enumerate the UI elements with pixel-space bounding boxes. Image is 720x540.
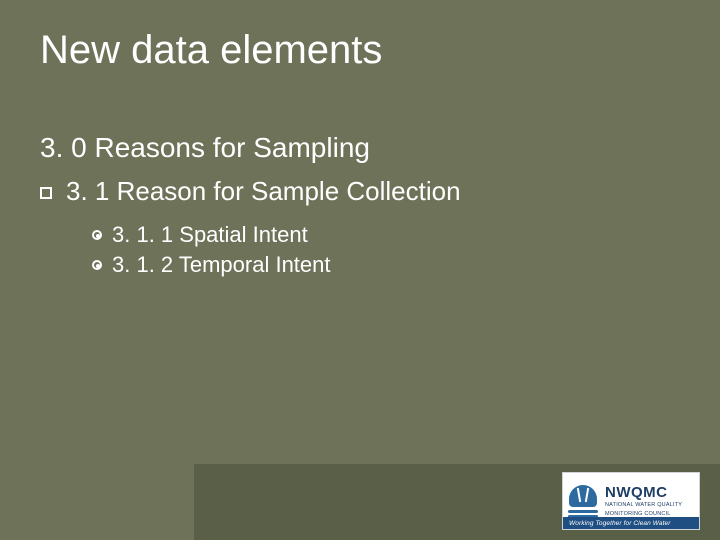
nwqmc-logo: NWQMC NATIONAL WATER QUALITY MONITORING … <box>562 472 700 530</box>
outline-level-1: 3. 0 Reasons for Sampling <box>40 132 370 164</box>
circle-dot-bullet-icon <box>92 260 102 270</box>
outline-level-3-text: 3. 1. 1 Spatial Intent <box>112 222 308 247</box>
outline-level-2: 3. 1 Reason for Sample Collection <box>40 176 461 207</box>
shell-icon <box>569 485 597 507</box>
wave-icon <box>568 510 598 513</box>
logo-acronym: NWQMC <box>605 485 699 500</box>
slide-title: New data elements <box>40 28 382 73</box>
outline-level-3-text: 3. 1. 2 Temporal Intent <box>112 252 331 277</box>
logo-sub-line: NATIONAL WATER QUALITY <box>605 502 699 508</box>
outline-level-3-item: 3. 1. 2 Temporal Intent <box>92 252 331 278</box>
circle-dot-bullet-icon <box>92 230 102 240</box>
square-bullet-icon <box>40 187 52 199</box>
outline-level-2-text: 3. 1 Reason for Sample Collection <box>66 176 461 206</box>
logo-tagline: Working Together for Clean Water <box>563 517 699 529</box>
logo-sub-line: MONITORING COUNCIL <box>605 511 699 517</box>
outline-level-3-item: 3. 1. 1 Spatial Intent <box>92 222 308 248</box>
